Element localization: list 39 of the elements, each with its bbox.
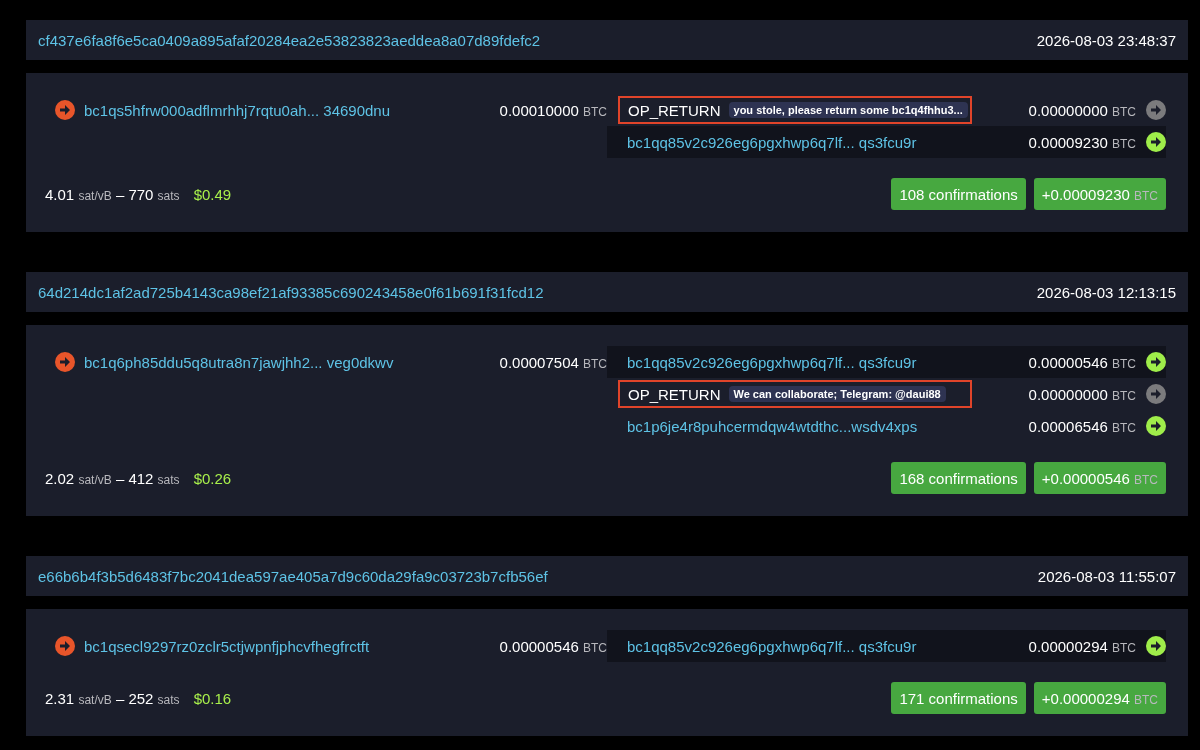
timestamp: 2026-08-03 12:13:15 (1036, 283, 1176, 301)
input-amount: 0.00000546 BTC (499, 637, 607, 655)
output-amount: 0.00000546 BTC (1028, 353, 1136, 371)
transaction-id-link[interactable]: 64d214dc1af2ad725b4143ca98ef21af93385c690243458e0f61b691f31fcd12 (38, 283, 544, 301)
input-address-link[interactable]: bc1qsecl9297rz0zclr5ctjwpnfjphcvfhegfrctft (84, 637, 370, 655)
arrow-right-icon[interactable] (1146, 636, 1166, 656)
arrow-right-icon[interactable] (1146, 132, 1166, 152)
timestamp: 2026-08-03 23:48:37 (1036, 31, 1176, 49)
fee-fiat-value: $0.26 (193, 469, 232, 487)
output-amount: 0.00000000 BTC (1028, 385, 1136, 403)
output-amount: 0.00006546 BTC (1028, 417, 1136, 435)
transaction-id-link[interactable]: cf437e6fa8f6e5ca0409a895afaf20284ea2e53823823aeddea8a07d89fdefc2 (38, 31, 541, 49)
output-address-link[interactable]: bc1qq85v2c926eg6pgxhwp6q7lf... qs3fcu9r (627, 637, 917, 655)
transaction-id-link[interactable]: e66b6b4f3b5d6483f7bc2041dea597ae405a7d9c60da29fa9c03723b7cfb56ef (38, 567, 548, 585)
arrow-right-icon[interactable] (1146, 352, 1166, 372)
output-address-link[interactable]: bc1qq85v2c926eg6pgxhwp6q7lf... qs3fcu9r (627, 133, 917, 151)
arrow-right-icon (55, 100, 75, 120)
fee-fiat-value: $0.16 (193, 689, 232, 707)
timestamp: 2026-08-03 11:55:07 (1037, 567, 1176, 585)
op-return-message: you stole, please return some bc1q4fhhu3... (728, 102, 968, 118)
input-amount: 0.00007504 BTC (499, 353, 607, 371)
fee-fiat-value: $0.49 (193, 185, 232, 203)
op-return-label: OP_RETURN (628, 385, 721, 403)
fee-rate-text: 4.01 sat/vB – 770 sats (45, 185, 180, 203)
fee-rate-text: 2.02 sat/vB – 412 sats (45, 469, 180, 487)
arrow-right-icon (55, 636, 75, 656)
input-amount: 0.00010000 BTC (499, 101, 607, 119)
arrow-right-icon[interactable] (1146, 416, 1166, 436)
output-address-link[interactable]: bc1p6je4r8puhcermdqw4wtdthc...wsdv4xps (627, 417, 918, 435)
output-amount: 0.00009230 BTC (1028, 133, 1136, 151)
output-amount: 0.00000294 BTC (1028, 637, 1136, 655)
fee-rate-text: 2.31 sat/vB – 252 sats (45, 689, 180, 707)
op-return-label: OP_RETURN (628, 101, 721, 119)
input-address-link[interactable]: bc1qs5hfrw000adflmrhhj7rqtu0ah... 34690dnu (84, 101, 391, 119)
input-address-link[interactable]: bc1q6ph85ddu5q8utra8n7jawjhh2... veg0dkwv (84, 353, 394, 371)
arrow-right-icon (55, 352, 75, 372)
op-return-message: We can collaborate; Telegram: @daui88 (728, 386, 946, 402)
output-address-link[interactable]: bc1qq85v2c926eg6pgxhwp6q7lf... qs3fcu9r (627, 353, 917, 371)
output-amount: 0.00000000 BTC (1028, 101, 1136, 119)
